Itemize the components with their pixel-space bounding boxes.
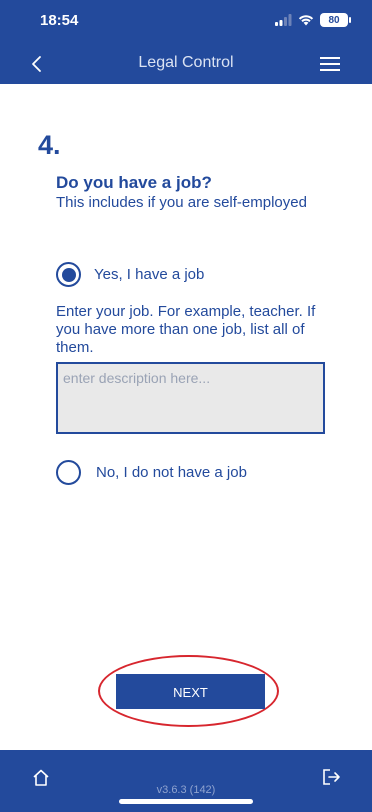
radio-label-yes: Yes, I have a job	[94, 266, 205, 283]
job-hint-text: Enter your job. For example, teacher. If…	[56, 303, 316, 356]
app-footer: v3.6.3 (142)	[0, 750, 372, 812]
signal-icon	[275, 14, 292, 26]
app-header: 18:54 80 Legal Control	[0, 0, 372, 84]
radio-label-no: No, I do not have a job	[96, 464, 247, 481]
battery-level: 80	[328, 14, 340, 26]
question-title: Do you have a job?	[56, 173, 212, 192]
wifi-icon	[298, 15, 314, 26]
radio-button-unselected[interactable]	[56, 460, 81, 485]
radio-option-no[interactable]: No, I do not have a job	[56, 460, 247, 485]
nav-bar: Legal Control	[0, 44, 372, 84]
battery-icon: 80	[320, 13, 351, 27]
next-button[interactable]: NEXT	[116, 674, 265, 709]
page-title: Legal Control	[138, 54, 234, 71]
question-number: 4.	[38, 130, 61, 160]
status-bar: 18:54 80	[0, 0, 372, 44]
radio-button-selected[interactable]	[56, 262, 81, 287]
logout-icon	[323, 769, 340, 785]
legal-control-screen: 18:54 80 Legal Control 4. Do you have a …	[0, 0, 372, 812]
radio-option-yes[interactable]: Yes, I have a job	[56, 262, 204, 287]
question-subtitle: This includes if you are self-employed	[56, 194, 307, 211]
radio-selected-dot	[61, 267, 76, 282]
status-time: 18:54	[40, 12, 79, 29]
version-label: v3.6.3 (142)	[156, 784, 216, 796]
status-indicators: 80	[275, 13, 351, 27]
home-indicator[interactable]	[119, 799, 253, 804]
logout-button[interactable]	[320, 766, 342, 788]
job-description-input[interactable]	[56, 362, 325, 434]
menu-button[interactable]	[320, 56, 340, 72]
